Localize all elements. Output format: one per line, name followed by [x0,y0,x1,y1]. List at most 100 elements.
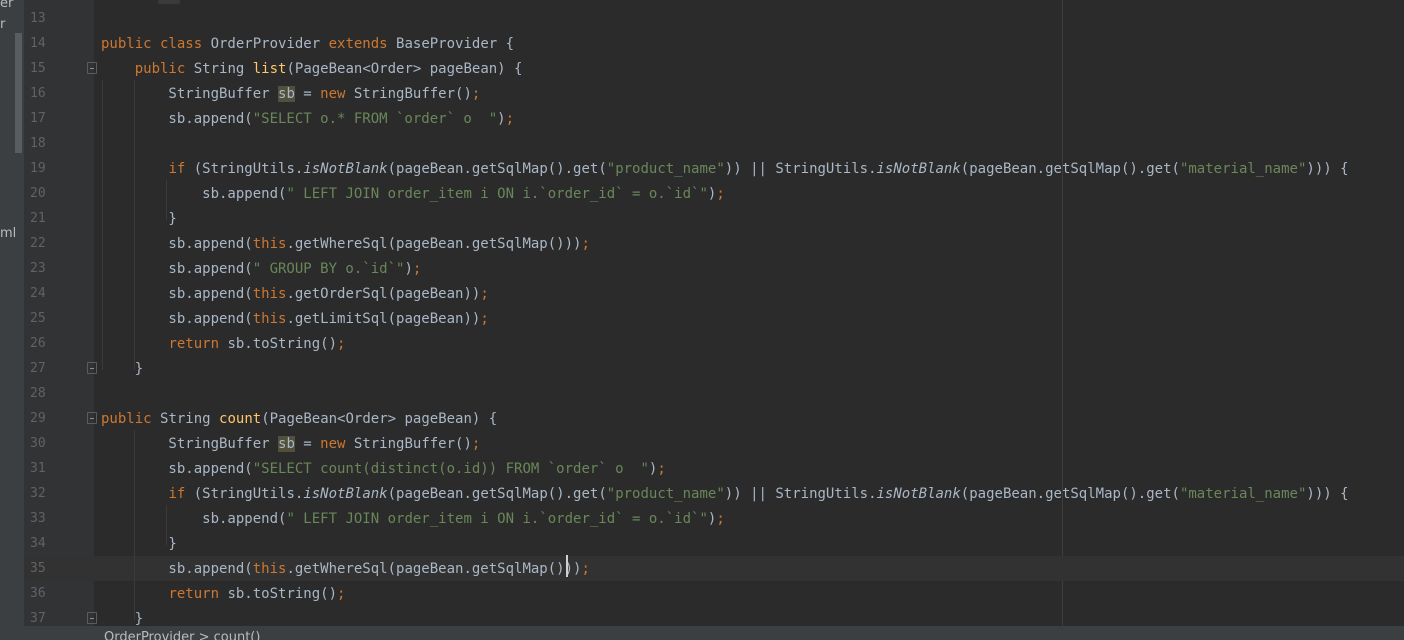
line-number[interactable]: 33 [30,509,46,529]
code-line[interactable]: 34 } [24,531,1404,556]
line-number[interactable]: 20 [30,184,46,204]
code-token: if [168,161,194,177]
code-token: sb.append( [101,236,253,252]
line-number[interactable]: 21 [30,209,46,229]
code-token: = [294,436,321,452]
code-line[interactable]: 16 StringBuffer sb = new StringBuffer(); [24,81,1404,106]
code-line[interactable]: 24 sb.append(this.getOrderSql(pageBean))… [24,281,1404,306]
line-number[interactable]: 23 [30,259,46,279]
code-text[interactable]: if (StringUtils.isNotBlank(pageBean.getS… [101,159,1348,179]
line-number[interactable]: 17 [30,109,46,129]
code-line[interactable]: 20 sb.append(" LEFT JOIN order_item i ON… [24,181,1404,206]
code-token: ; [716,186,725,202]
code-text[interactable]: sb.append(" LEFT JOIN order_item i ON i.… [101,184,725,204]
line-number[interactable]: 22 [30,234,46,254]
project-tree-item-label[interactable]: ml [0,225,16,243]
code-line[interactable]: 14 public class OrderProvider extends Bas… [24,31,1404,56]
code-token: return [168,336,228,352]
code-text[interactable]: public String count(PageBean<Order> page… [101,409,497,429]
code-token: " GROUP BY o.`id`" [252,261,405,277]
code-line[interactable]: 15 public String list(PageBean<Order> pa… [24,56,1404,81]
code-line[interactable]: 31 sb.append("SELECT count(distinct(o.id… [24,456,1404,481]
code-token: } [101,611,144,627]
fold-toggle-icon[interactable] [87,412,97,424]
code-token: sb.append( [101,261,253,277]
code-line[interactable]: 13 [24,6,1404,31]
line-number[interactable]: 27 [30,359,46,379]
line-number[interactable]: 24 [30,284,46,304]
line-number[interactable]: 13 [30,9,46,29]
line-number[interactable]: 29 [30,409,46,429]
line-number[interactable]: 31 [30,459,46,479]
line-number[interactable]: 34 [30,534,46,554]
line-number[interactable]: 28 [30,384,46,404]
code-text[interactable]: sb.append(this.getOrderSql(pageBean)); [101,284,488,304]
breadcrumb[interactable]: OrderProvider > count() [104,630,260,640]
code-line[interactable]: 26 return sb.toString(); [24,331,1404,356]
code-line[interactable]: 33 sb.append(" LEFT JOIN order_item i ON… [24,506,1404,531]
code-text[interactable]: return sb.toString(); [101,584,345,604]
code-text[interactable]: sb.append("SELECT o.* FROM `order` o "); [101,109,514,129]
code-line[interactable]: 36 return sb.toString(); [24,581,1404,606]
project-panel-scrollbar[interactable] [15,33,22,153]
code-token: sb.append( [101,186,287,202]
code-line[interactable]: 25 sb.append(this.getLimitSql(pageBean))… [24,306,1404,331]
code-text[interactable]: return sb.toString(); [101,334,345,354]
line-number[interactable]: 19 [30,159,46,179]
code-line[interactable]: 18 [24,131,1404,156]
code-text[interactable]: sb.append(this.getWhereSql(pageBean.getS… [101,234,589,254]
code-text[interactable]: sb.append(this.getLimitSql(pageBean)); [101,309,488,329]
line-number[interactable]: 16 [30,84,46,104]
line-number[interactable]: 15 [30,59,46,79]
code-line[interactable]: 19 if (StringUtils.isNotBlank(pageBean.g… [24,156,1404,181]
fold-toggle-icon[interactable] [87,62,97,74]
fold-toggle-icon[interactable] [87,612,97,624]
code-line[interactable]: 30 StringBuffer sb = new StringBuffer(); [24,431,1404,456]
line-number[interactable]: 26 [30,334,46,354]
code-text[interactable]: public String list(PageBean<Order> pageB… [101,59,523,79]
project-tool-window[interactable]: er r ml [0,0,24,640]
line-number[interactable]: 32 [30,484,46,504]
code-text[interactable]: sb.append(" LEFT JOIN order_item i ON i.… [101,509,725,529]
code-token: ; [337,586,346,602]
code-text[interactable]: sb.append("SELECT count(distinct(o.id)) … [101,459,665,479]
code-token: sb.append( [101,111,253,127]
code-text[interactable]: StringBuffer sb = new StringBuffer(); [101,434,480,454]
code-text[interactable]: public class OrderProvider extends BaseP… [101,34,514,54]
code-line[interactable]: 22 sb.append(this.getWhereSql(pageBean.g… [24,231,1404,256]
project-tree-item-label[interactable]: er [0,0,13,13]
code-text[interactable]: sb.append(this.getWhereSql(pageBean.getS… [101,559,589,579]
line-number[interactable]: 25 [30,309,46,329]
line-number[interactable]: 35 [30,559,46,579]
code-text[interactable]: } [101,359,143,379]
fold-toggle-icon[interactable] [87,362,97,374]
editor-breadcrumb-bar[interactable]: OrderProvider > count() [24,626,1404,640]
line-number[interactable]: 30 [30,434,46,454]
code-token: sb [278,86,295,102]
code-token: ; [471,86,481,102]
code-token: sb.append( [101,561,253,577]
code-token: ) [404,261,413,277]
code-line[interactable]: 23 sb.append(" GROUP BY o.`id`"); [24,256,1404,281]
project-tree-item-label[interactable]: r [0,16,5,34]
code-line[interactable]: 17 sb.append("SELECT o.* FROM `order` o … [24,106,1404,131]
code-text[interactable]: StringBuffer sb = new StringBuffer(); [101,84,480,104]
code-line[interactable]: 29 public String count(PageBean<Order> pa… [24,406,1404,431]
code-line[interactable]: 32 if (StringUtils.isNotBlank(pageBean.g… [24,481,1404,506]
code-token: .getWhereSql(pageBean.getSqlMap())) [286,561,582,577]
code-token: (pageBean.getSqlMap().get( [387,161,607,177]
code-line[interactable]: 35 sb.append(this.getWhereSql(pageBean.g… [24,556,1404,581]
code-token: "material_name" [1179,161,1307,177]
code-token: ; [716,511,725,527]
line-number[interactable]: 36 [30,584,46,604]
line-number[interactable]: 18 [30,134,46,154]
code-line[interactable]: 21 } [24,206,1404,231]
line-number[interactable]: 14 [30,34,46,54]
code-text[interactable]: sb.append(" GROUP BY o.`id`"); [101,259,421,279]
code-token: )) || StringUtils. [724,486,877,502]
code-line[interactable]: 28 [24,381,1404,406]
folded-code-marker[interactable] [158,0,180,4]
code-token: " LEFT JOIN order_item i ON i.`order_id`… [286,186,708,202]
code-line[interactable]: 27 } [24,356,1404,381]
code-text[interactable]: if (StringUtils.isNotBlank(pageBean.getS… [101,484,1348,504]
